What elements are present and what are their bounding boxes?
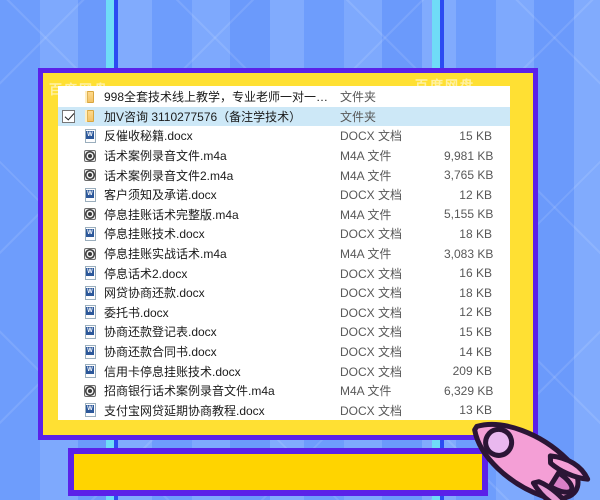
file-row[interactable]: 停息挂账技术.docx DOCX 文档 18 KB [58,224,510,244]
file-list[interactable]: 998全套技术线上教学，专业老师一对一指… 文件夹 加V咨询 3110277576（… [58,86,510,420]
file-type: M4A 文件 [340,149,392,164]
lower-band-fill [74,454,482,490]
rocket-icon [472,421,591,500]
file-row[interactable]: 网贷协商还款.docx DOCX 文档 18 KB [58,283,510,303]
file-name: 信用卡停息挂账技术.docx [104,364,241,379]
file-type: M4A 文件 [340,247,392,262]
m4a-icon [82,167,98,183]
file-size: 15 KB [459,128,492,143]
docx-icon [82,285,98,301]
file-size: 5,155 KB [444,207,494,222]
file-type: M4A 文件 [340,168,392,183]
file-name: 委托书.docx [104,305,169,320]
m4a-icon [82,206,98,222]
file-row[interactable]: 998全套技术线上教学，专业老师一对一指… 文件夹 [58,87,510,107]
docx-icon [82,265,98,281]
file-row[interactable]: 话术案例录音文件.m4a M4A 文件 9,981 KB [58,146,510,166]
file-row[interactable]: 支付宝网贷延期协商教程.docxDOCX 文档13 KB [58,401,510,421]
file-size: 209 KB [452,364,492,379]
docx-icon [82,363,98,379]
file-name: 998全套技术线上教学，专业老师一对一指… [104,90,340,105]
file-type: DOCX 文档 [340,286,403,301]
file-name: 招商银行话术案例录音文件.m4a [104,384,275,399]
file-type: DOCX 文档 [340,403,403,418]
docx-icon [82,304,98,320]
file-size: 12 KB [459,305,492,320]
file-name: 支付宝网贷延期协商教程.docx [104,403,265,418]
file-type: DOCX 文档 [340,188,403,203]
file-row[interactable]: 招商银行话术案例录音文件.m4a M4A 文件 6,329 KB [58,381,510,401]
file-size: 18 KB [459,285,492,300]
lower-decorative-band [68,448,488,496]
file-row[interactable]: 委托书.docx DOCX 文档 12 KB [58,303,510,323]
docx-icon [82,402,98,418]
file-size: 18 KB [459,226,492,241]
file-row[interactable]: 停息挂账实战话术.m4a M4A 文件 3,083 KB [58,244,510,264]
file-row[interactable]: 信用卡停息挂账技术.docx DOCX 文档 209 KB [58,361,510,381]
file-type: M4A 文件 [340,207,392,222]
file-row[interactable]: 客户须知及承诺.docx DOCX 文档 12 KB [58,185,510,205]
file-row[interactable]: 停息挂账话术完整版.m4a M4A 文件 5,155 KB [58,205,510,225]
file-size: 15 KB [459,324,492,339]
file-type: DOCX 文档 [340,129,403,144]
file-name: 话术案例录音文件.m4a [104,149,227,164]
m4a-icon [82,246,98,262]
file-size: 12 KB [459,187,492,202]
file-name: 停息挂账话术完整版.m4a [104,207,239,222]
docx-icon [82,324,98,340]
file-name: 加V咨询 3110277576（备注学技术） [104,109,302,124]
file-type: DOCX 文档 [340,345,403,360]
file-name: 协商还款登记表.docx [104,325,217,340]
m4a-icon [82,148,98,164]
file-name: 话术案例录音文件2.m4a [104,168,234,183]
file-row[interactable]: 加V咨询 3110277576（备注学技术） 文件夹 [58,106,510,127]
file-type: 文件夹 [340,109,377,124]
file-size: 3,083 KB [444,246,494,261]
file-name: 停息挂账实战话术.m4a [104,247,227,262]
file-name: 客户须知及承诺.docx [104,188,217,203]
folder-icon [82,108,98,124]
file-row[interactable]: 反催收秘籍.docx DOCX 文档 15 KB [58,126,510,146]
file-type: DOCX 文档 [340,266,403,281]
folder-icon [82,89,98,105]
file-name: 反催收秘籍.docx [104,129,193,144]
file-row[interactable]: 话术案例录音文件2.m4a M4A 文件 3,765 KB [58,165,510,185]
docx-icon [82,226,98,242]
file-size: 16 KB [459,266,492,281]
file-name: 协商还款合同书.docx [104,345,217,360]
file-name: 停息话术2.docx [104,266,188,281]
file-row[interactable]: 停息话术2.docx DOCX 文档 16 KB [58,263,510,283]
row-checkbox[interactable] [62,109,75,123]
docx-icon [82,344,98,360]
file-name: 网贷协商还款.docx [104,286,205,301]
file-row[interactable]: 协商还款登记表.docx DOCX 文档 15 KB [58,322,510,342]
docx-icon [82,128,98,144]
file-size: 9,981 KB [444,148,494,163]
file-type: DOCX 文档 [340,364,403,379]
file-type: DOCX 文档 [340,325,403,340]
m4a-icon [82,383,98,399]
file-size: 6,329 KB [444,383,494,398]
file-size: 3,765 KB [444,168,494,183]
file-type: DOCX 文档 [340,305,403,320]
file-type: DOCX 文档 [340,227,403,242]
file-type: M4A 文件 [340,384,392,399]
screenshot-root: 百度网盘 百度网盘 998全套技术线上教学，专业老师一对一指…文件夹加V咨询 3… [0,0,600,500]
file-row[interactable]: 协商还款合同书.docx DOCX 文档 14 KB [58,342,510,362]
file-type: 文件夹 [340,90,377,105]
file-size: 14 KB [459,344,492,359]
docx-icon [82,187,98,203]
file-name: 停息挂账技术.docx [104,227,205,242]
